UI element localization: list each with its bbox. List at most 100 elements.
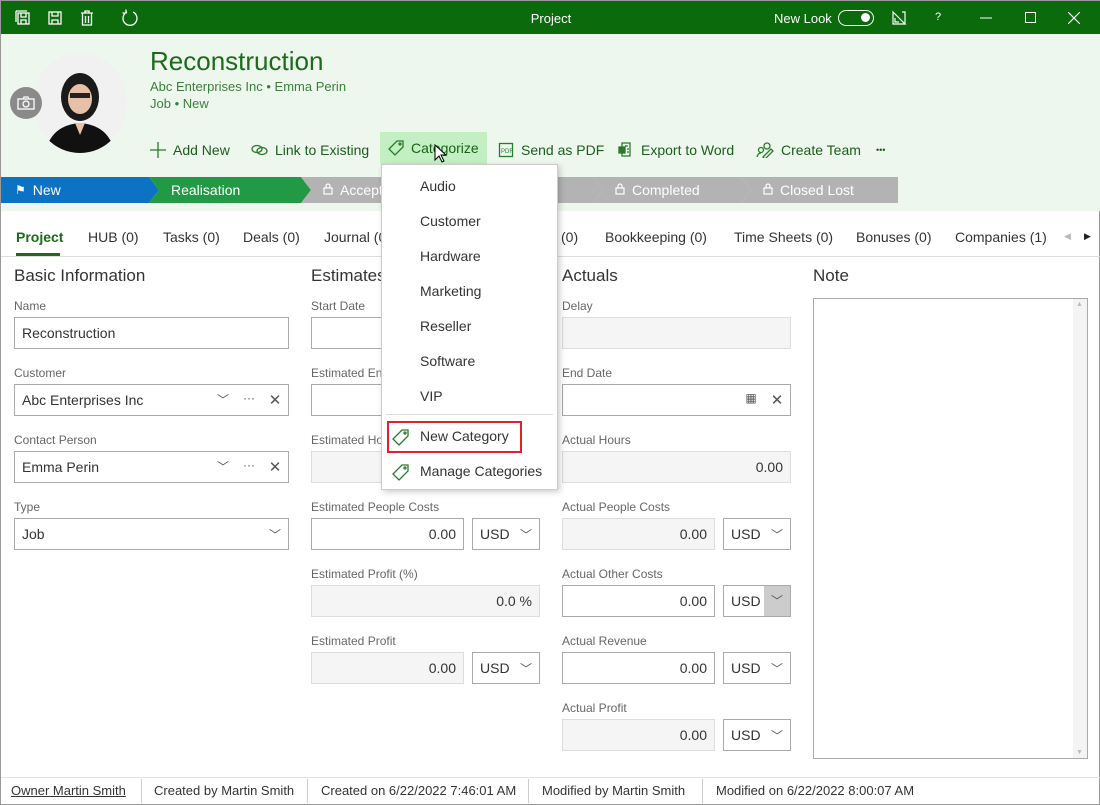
created-by: Created by Martin Smith — [154, 783, 295, 798]
type-select[interactable]: Job ﹀ — [14, 518, 289, 550]
clear-icon[interactable]: ✕ — [764, 391, 790, 409]
record-title: Reconstruction — [150, 46, 324, 76]
name-label: Name — [14, 299, 47, 313]
chevron-down-icon: ﹀ — [770, 661, 783, 676]
menu-item-audio[interactable]: Audio — [420, 178, 456, 194]
note-scrollbar[interactable]: ▲ ▼ — [1073, 299, 1087, 758]
tab-1[interactable]: HUB (0) — [88, 229, 139, 245]
tabs-scroll-right-icon[interactable]: ▶ — [1084, 231, 1091, 242]
record-type-status: Job • New — [150, 96, 209, 111]
export-word-button[interactable]: Export to Word — [618, 139, 734, 161]
currency-value: USD — [731, 526, 761, 542]
maximize-icon[interactable] — [1021, 8, 1041, 28]
stage-realisation[interactable]: Realisation — [149, 177, 311, 203]
minimize-icon[interactable] — [976, 8, 996, 28]
new-look-toggle[interactable] — [838, 10, 874, 26]
help-button[interactable]: ? — [935, 11, 941, 23]
owner-link[interactable]: Owner Martin Smith — [11, 783, 126, 798]
note-textarea[interactable]: ▲ ▼ — [813, 298, 1088, 759]
delay-input — [562, 317, 791, 349]
estimates-heading: Estimates — [311, 266, 386, 285]
new-look-label: New Look — [774, 11, 832, 26]
team-icon — [756, 142, 774, 158]
create-team-button[interactable]: Create Team — [756, 139, 861, 161]
divider — [307, 779, 308, 803]
categorize-menu: Audio Customer Hardware Marketing Reseller So… — [381, 164, 558, 490]
chevron-down-icon: ﹀ — [770, 728, 783, 743]
name-input[interactable]: Reconstruction — [14, 317, 289, 349]
est-profit-pct-input: 0.0 % — [311, 585, 540, 617]
link-existing-button[interactable]: Link to Existing — [251, 139, 369, 161]
footer-divider — [1, 777, 1100, 778]
tab-0[interactable]: Project — [16, 229, 63, 245]
lock-icon — [763, 182, 773, 198]
link-existing-label: Link to Existing — [275, 142, 370, 158]
stage-closed-lost[interactable]: Closed Lost — [741, 177, 898, 203]
menu-item-new-category[interactable]: New Category — [420, 428, 509, 444]
actual-other-input[interactable]: 0.00 — [562, 585, 715, 617]
actual-people-currency[interactable]: USD ﹀ — [723, 518, 791, 550]
menu-item-vip[interactable]: VIP — [420, 388, 443, 404]
customer-field[interactable]: Abc Enterprises Inc ﹀ ··· ✕ — [14, 384, 289, 416]
menu-item-hardware[interactable]: Hardware — [420, 248, 481, 264]
tab-6[interactable]: Bookkeeping (0) — [605, 229, 707, 245]
menu-item-customer[interactable]: Customer — [420, 213, 481, 229]
camera-icon[interactable] — [10, 87, 42, 119]
chevron-down-icon[interactable]: ﹀ — [210, 391, 236, 409]
contact-field[interactable]: Emma Perin ﹀ ··· ✕ — [14, 451, 289, 483]
status-text: New — [182, 96, 209, 111]
start-date-label: Start Date — [311, 299, 366, 313]
est-people-input[interactable]: 0.00 — [311, 518, 464, 550]
stage-completed[interactable]: Completed — [593, 177, 751, 203]
more-icon[interactable]: ··· — [236, 391, 262, 409]
plus-icon — [150, 142, 166, 158]
customer-link[interactable]: Abc Enterprises Inc — [150, 79, 263, 94]
clear-icon[interactable]: ✕ — [262, 391, 288, 409]
menu-item-manage-categories[interactable]: Manage Categories — [420, 463, 542, 479]
actual-revenue-currency[interactable]: USD ﹀ — [723, 652, 791, 684]
actual-profit-input: 0.00 — [562, 719, 715, 751]
pdf-icon: PDF — [498, 142, 513, 158]
actual-revenue-input[interactable]: 0.00 — [562, 652, 715, 684]
tab-8[interactable]: Bonuses (0) — [856, 229, 931, 245]
bullet: • — [174, 96, 180, 111]
basic-info-heading: Basic Information — [14, 266, 146, 285]
tabs-scroll-left-icon[interactable]: ◀ — [1064, 231, 1071, 242]
menu-item-marketing[interactable]: Marketing — [420, 283, 481, 299]
modified-on: Modified on 6/22/2022 8:00:07 AM — [716, 783, 915, 798]
tab-5[interactable]: (0) — [561, 229, 578, 245]
est-people-currency[interactable]: USD ﹀ — [472, 518, 540, 550]
end-date-input[interactable]: ▦ ✕ — [562, 384, 791, 416]
tab-3[interactable]: Deals (0) — [243, 229, 300, 245]
avatar[interactable] — [33, 53, 127, 153]
actuals-heading: Actuals — [562, 266, 618, 285]
actual-hours-label: Actual Hours — [562, 433, 631, 447]
contact-link[interactable]: Emma Perin — [275, 79, 347, 94]
close-icon[interactable] — [1064, 8, 1084, 28]
tab-7[interactable]: Time Sheets (0) — [734, 229, 833, 245]
est-profit-currency[interactable]: USD ﹀ — [472, 652, 540, 684]
ruler-icon[interactable] — [889, 8, 909, 28]
actual-people-label: Actual People Costs — [562, 500, 671, 514]
svg-text:PDF: PDF — [501, 149, 513, 155]
add-new-button[interactable]: Add New — [150, 139, 230, 161]
tag-icon — [388, 140, 404, 156]
calendar-icon[interactable]: ▦ — [738, 391, 764, 409]
more-button[interactable]: ••• — [876, 139, 885, 161]
menu-item-software[interactable]: Software — [420, 353, 475, 369]
menu-item-reseller[interactable]: Reseller — [420, 318, 471, 334]
more-icon[interactable]: ··· — [236, 458, 262, 476]
record-subtitle: Abc Enterprises Inc • Emma Perin — [150, 79, 346, 94]
actual-other-currency[interactable]: USD ﹀ — [723, 585, 791, 617]
stage-label: New — [32, 182, 61, 198]
clear-icon[interactable]: ✕ — [262, 458, 288, 476]
actual-profit-currency[interactable]: USD ﹀ — [723, 719, 791, 751]
tab-9[interactable]: Companies (1) — [955, 229, 1047, 245]
title-bar: Project New Look ? — [1, 1, 1100, 34]
send-pdf-button[interactable]: PDF Send as PDF — [498, 139, 604, 161]
stage-new[interactable]: ⚑ New — [1, 177, 159, 203]
divider — [702, 779, 703, 803]
chevron-down-icon[interactable]: ﹀ — [210, 458, 236, 476]
chevron-down-icon[interactable]: ﹀ — [764, 586, 790, 616]
tab-2[interactable]: Tasks (0) — [163, 229, 220, 245]
